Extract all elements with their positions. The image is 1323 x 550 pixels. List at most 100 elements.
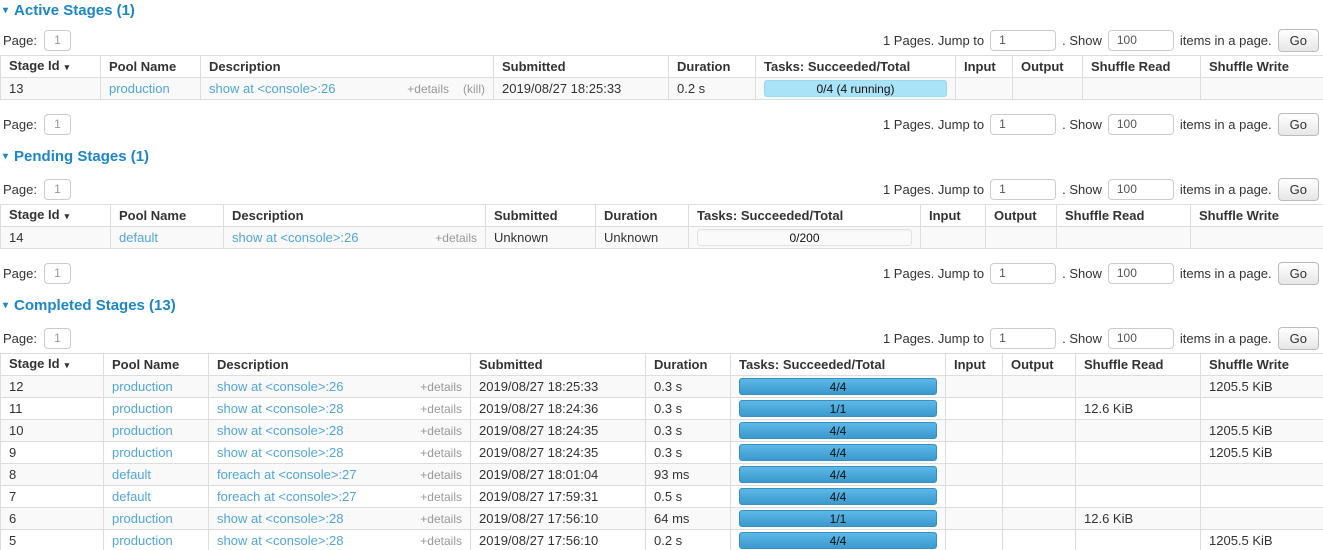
show-count-input[interactable] (1108, 30, 1174, 51)
column-header-description[interactable]: Description (224, 205, 486, 227)
jump-to-input[interactable] (990, 30, 1056, 51)
column-header-duration[interactable]: Duration (646, 354, 731, 376)
details-toggle[interactable]: +details (435, 228, 477, 248)
show-count-input[interactable] (1108, 179, 1174, 200)
duration-cell: 0.3 s (646, 420, 731, 442)
pool-link[interactable]: production (112, 379, 173, 394)
column-header-duration[interactable]: Duration (669, 56, 756, 78)
column-header-description[interactable]: Description (209, 354, 471, 376)
jump-to-input[interactable] (990, 114, 1056, 135)
pool-link[interactable]: production (112, 511, 173, 526)
go-button[interactable]: Go (1278, 262, 1319, 285)
column-header-shuffle-write[interactable]: Shuffle Write (1201, 354, 1323, 376)
column-header-tasks-succeeded-total[interactable]: Tasks: Succeeded/Total (689, 205, 921, 227)
output-cell (986, 227, 1057, 249)
show-count-input[interactable] (1108, 263, 1174, 284)
page-number-input[interactable] (44, 114, 71, 135)
column-header-pool-name[interactable]: Pool Name (111, 205, 224, 227)
pool-link[interactable]: production (112, 533, 173, 548)
column-header-tasks-succeeded-total[interactable]: Tasks: Succeeded/Total (756, 56, 956, 78)
jump-to-input[interactable] (990, 328, 1056, 349)
details-toggle[interactable]: +details (420, 531, 462, 550)
details-toggle[interactable]: +details (420, 443, 462, 463)
column-header-shuffle-write[interactable]: Shuffle Write (1191, 205, 1323, 227)
pool-link[interactable]: production (109, 81, 170, 96)
show-count-input[interactable] (1108, 328, 1174, 349)
pending-stages-pagination-bottom: Page: 1 Pages. Jump to . Show items in a… (0, 262, 1323, 284)
submitted-cell: 2019/08/27 18:24:35 (471, 442, 646, 464)
section-header-active-stages[interactable]: ▾ Active Stages (1) (3, 2, 1323, 19)
go-button[interactable]: Go (1278, 29, 1319, 52)
show-count-input[interactable] (1108, 114, 1174, 135)
description-link[interactable]: show at <console>:28 (217, 399, 343, 419)
column-header-shuffle-read[interactable]: Shuffle Read (1083, 56, 1201, 78)
column-header-stage-id[interactable]: Stage Id▾ (1, 205, 111, 227)
details-toggle[interactable]: +details (420, 509, 462, 529)
column-header-duration[interactable]: Duration (596, 205, 689, 227)
description-link[interactable]: show at <console>:26 (209, 79, 335, 99)
kill-link[interactable]: (kill) (463, 79, 485, 99)
duration-cell: 0.3 s (646, 376, 731, 398)
column-header-output[interactable]: Output (1003, 354, 1076, 376)
column-header-shuffle-read[interactable]: Shuffle Read (1057, 205, 1191, 227)
pool-link[interactable]: default (112, 467, 151, 482)
description-link[interactable]: show at <console>:26 (232, 228, 358, 248)
go-button[interactable]: Go (1278, 178, 1319, 201)
column-header-output[interactable]: Output (986, 205, 1057, 227)
pool-link[interactable]: production (112, 401, 173, 416)
description-link[interactable]: foreach at <console>:27 (217, 487, 357, 507)
go-button[interactable]: Go (1278, 113, 1319, 136)
shuffle-read-cell (1076, 442, 1201, 464)
pool-name-cell: production (104, 376, 209, 398)
column-header-submitted[interactable]: Submitted (471, 354, 646, 376)
task-progress-bar: 1/1 (739, 400, 937, 417)
column-label: Stage Id (9, 207, 60, 222)
column-header-submitted[interactable]: Submitted (494, 56, 669, 78)
description-link[interactable]: foreach at <console>:27 (217, 465, 357, 485)
description-link[interactable]: show at <console>:28 (217, 531, 343, 550)
show-label: . Show (1062, 331, 1102, 346)
jump-to-input[interactable] (990, 263, 1056, 284)
column-header-input[interactable]: Input (946, 354, 1003, 376)
section-header-pending-stages[interactable]: ▾ Pending Stages (1) (3, 148, 1323, 165)
column-header-description[interactable]: Description (201, 56, 494, 78)
column-header-shuffle-read[interactable]: Shuffle Read (1076, 354, 1201, 376)
column-header-input[interactable]: Input (956, 56, 1013, 78)
details-toggle[interactable]: +details (420, 487, 462, 507)
description-link[interactable]: show at <console>:28 (217, 421, 343, 441)
description-actions: +details (435, 228, 477, 248)
column-header-output[interactable]: Output (1013, 56, 1083, 78)
description-link[interactable]: show at <console>:26 (217, 377, 343, 397)
column-header-stage-id[interactable]: Stage Id▾ (1, 354, 104, 376)
details-toggle[interactable]: +details (420, 421, 462, 441)
page-number-input[interactable] (44, 30, 71, 51)
pool-link[interactable]: default (119, 230, 158, 245)
details-toggle[interactable]: +details (420, 465, 462, 485)
jump-to-input[interactable] (990, 179, 1056, 200)
description-link[interactable]: show at <console>:28 (217, 509, 343, 529)
column-header-input[interactable]: Input (921, 205, 986, 227)
pool-link[interactable]: production (112, 445, 173, 460)
column-header-shuffle-write[interactable]: Shuffle Write (1201, 56, 1323, 78)
pool-link[interactable]: default (112, 489, 151, 504)
description-actions: +details (kill) (407, 79, 485, 99)
column-header-submitted[interactable]: Submitted (486, 205, 596, 227)
section-header-completed-stages[interactable]: ▾ Completed Stages (13) (3, 297, 1323, 314)
output-cell (1003, 508, 1076, 530)
page-number-input[interactable] (44, 179, 71, 200)
page-number-input[interactable] (44, 263, 71, 284)
description-wrap: show at <console>:28 +details (217, 531, 462, 550)
column-header-tasks-succeeded-total[interactable]: Tasks: Succeeded/Total (731, 354, 946, 376)
details-toggle[interactable]: +details (420, 399, 462, 419)
active-stages-pagination-bottom: Page: 1 Pages. Jump to . Show items in a… (0, 113, 1323, 135)
pool-link[interactable]: production (112, 423, 173, 438)
column-header-pool-name[interactable]: Pool Name (101, 56, 201, 78)
details-toggle[interactable]: +details (407, 79, 449, 99)
page-number-input[interactable] (44, 328, 71, 349)
description-link[interactable]: show at <console>:28 (217, 443, 343, 463)
details-toggle[interactable]: +details (420, 377, 462, 397)
column-header-stage-id[interactable]: Stage Id▾ (1, 56, 101, 78)
stage-id-cell: 6 (1, 508, 104, 530)
go-button[interactable]: Go (1278, 327, 1319, 350)
column-header-pool-name[interactable]: Pool Name (104, 354, 209, 376)
